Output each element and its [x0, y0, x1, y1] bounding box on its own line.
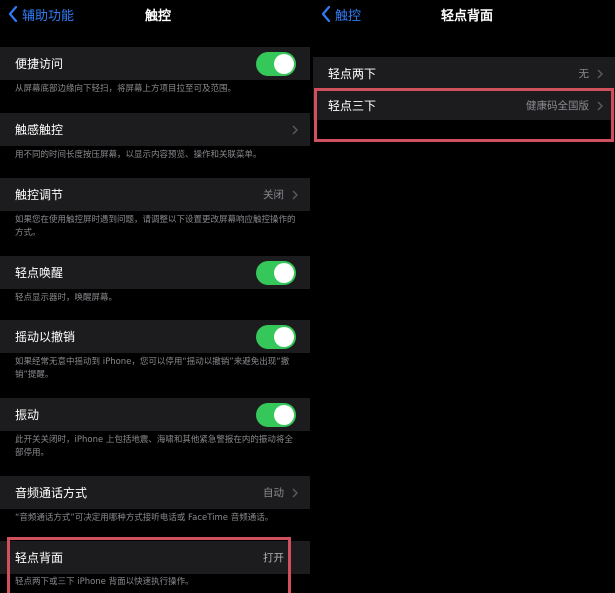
toggle-knob [274, 53, 294, 74]
call-audio-routing-row[interactable]: 音频通话方式 自动 [0, 476, 310, 509]
touch-accommodations-row[interactable]: 触控调节 关闭 [0, 178, 310, 211]
back-tap-row[interactable]: 轻点背面 打开 [0, 541, 310, 574]
row-value: 健康码全国版 [526, 100, 589, 112]
toggle-knob [274, 404, 294, 425]
row-value: 打开 [263, 552, 284, 564]
row-label: 触控调节 [15, 188, 64, 202]
back-label: 辅助功能 [22, 8, 75, 24]
row-value: 无 [578, 68, 590, 80]
page-title: 触控 [145, 9, 172, 24]
row-value: 自动 [263, 487, 284, 499]
back-button[interactable]: 触控 [321, 4, 361, 24]
reachability-toggle[interactable] [256, 51, 296, 76]
row-footnote: 轻点显示器时，唤醒屏幕。 [15, 293, 118, 303]
double-tap-row[interactable]: 轻点两下 无 [313, 57, 615, 90]
row-value: 关闭 [263, 189, 284, 201]
toggle-knob [274, 326, 294, 347]
nav-bar: 辅助功能 触控 [0, 0, 310, 30]
chevron-left-icon [8, 6, 18, 22]
reachability-row[interactable]: 便捷访问 [0, 47, 310, 80]
haptic-touch-row[interactable]: 触感触控 [0, 113, 310, 146]
chevron-right-icon [597, 101, 603, 110]
row-footnote: 用不同的时间长度按压屏幕，以显示内容预览、操作和关联菜单。 [15, 150, 262, 160]
row-label: 振动 [15, 408, 40, 422]
row-label: 轻点两下 [328, 67, 377, 81]
chevron-right-icon [292, 190, 298, 199]
chevron-right-icon [597, 69, 603, 78]
row-label: 轻点三下 [328, 99, 377, 113]
shake-to-undo-row[interactable]: 摇动以撤销 [0, 320, 310, 353]
row-label: 摇动以撤销 [15, 330, 76, 344]
row-footnote: 如果经常无意中摇动到 iPhone，您可以停用“摇动以撤销”来避免出现“撤销”提… [15, 357, 290, 380]
row-label: 轻点唤醒 [15, 266, 64, 280]
row-label: 轻点背面 [15, 551, 64, 565]
row-label: 音频通话方式 [15, 486, 88, 500]
vibration-row[interactable]: 振动 [0, 398, 310, 431]
chevron-right-icon [292, 488, 298, 497]
back-tap-pane: 触控 轻点背面 轻点两下 无 轻点三下 健康码全国版 [313, 0, 615, 593]
toggle-knob [274, 262, 294, 283]
chevron-left-icon [321, 6, 331, 22]
row-footnote: “音频通话方式”可决定用哪种方式接听电话或 FaceTime 音频通话。 [15, 513, 274, 523]
touch-settings-pane: 辅助功能 触控 便捷访问 从屏幕底部边缘向下轻扫，将屏幕上方项目拉至可及范围。 … [0, 0, 310, 593]
row-footnote: 轻点两下或三下 iPhone 背面以快速执行操作。 [15, 577, 194, 587]
row-footnote: 如果您在使用触控屏时遇到问题，请调整以下设置更改屏幕响应触控操作的方式。 [15, 215, 296, 238]
back-button[interactable]: 辅助功能 [8, 4, 74, 24]
tap-to-wake-toggle[interactable] [256, 260, 296, 285]
nav-bar: 触控 轻点背面 [313, 0, 615, 30]
row-label: 便捷访问 [15, 57, 64, 71]
row-footnote: 从屏幕底部边缘向下轻扫，将屏幕上方项目拉至可及范围。 [15, 84, 237, 94]
tap-to-wake-row[interactable]: 轻点唤醒 [0, 256, 310, 289]
row-footnote: 此开关关闭时，iPhone 上包括地震、海啸和其他紧急警报在内的振动将全部停用。 [15, 435, 293, 458]
page-title: 轻点背面 [441, 9, 494, 24]
row-label: 触感触控 [15, 123, 64, 137]
chevron-right-icon [292, 125, 298, 134]
triple-tap-row[interactable]: 轻点三下 健康码全国版 [313, 91, 615, 120]
vibration-toggle[interactable] [256, 402, 296, 427]
back-label: 触控 [335, 8, 362, 24]
shake-to-undo-toggle[interactable] [256, 324, 296, 349]
